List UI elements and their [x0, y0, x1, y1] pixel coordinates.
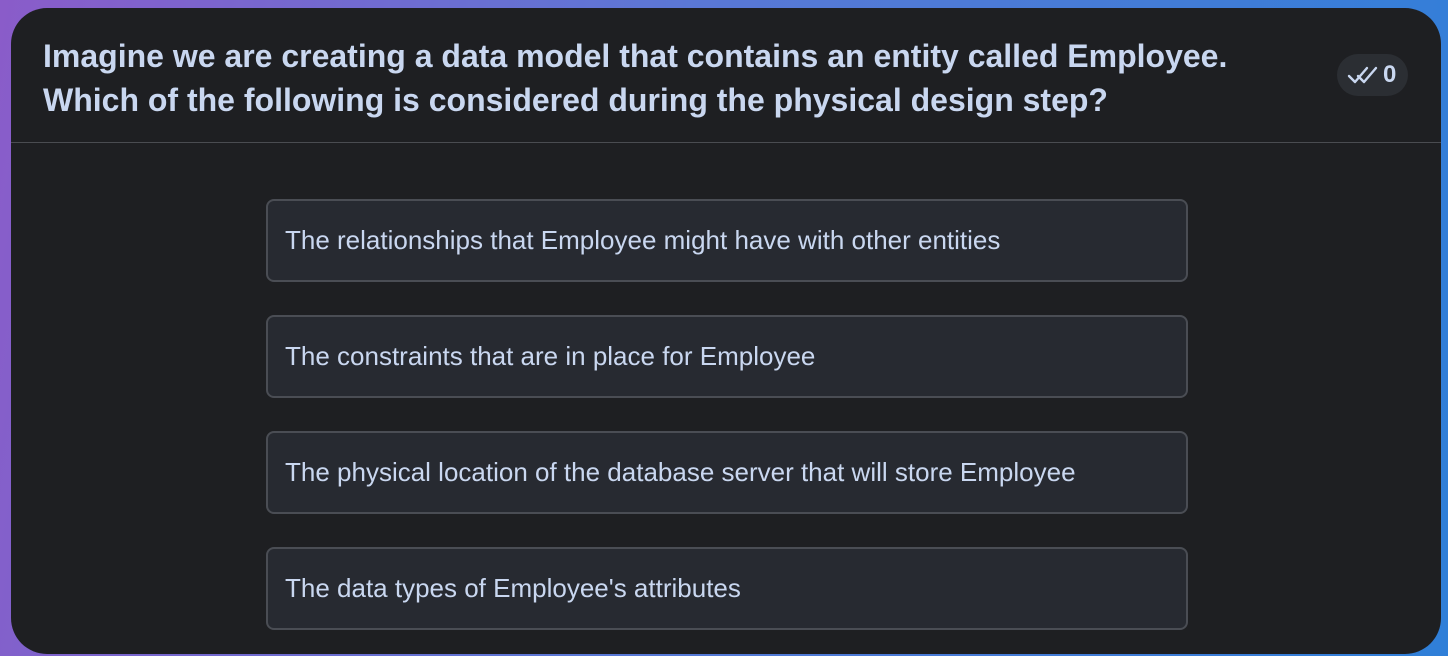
- question-card: Imagine we are creating a data model tha…: [11, 8, 1441, 654]
- answer-option[interactable]: The physical location of the database se…: [266, 431, 1188, 514]
- answer-option[interactable]: The constraints that are in place for Em…: [266, 315, 1188, 398]
- vote-counter-badge[interactable]: 0: [1337, 54, 1409, 96]
- answer-option[interactable]: The relationships that Employee might ha…: [266, 199, 1188, 282]
- answer-options: The relationships that Employee might ha…: [266, 199, 1188, 654]
- answer-option[interactable]: The data types of Employee's attributes: [266, 547, 1188, 630]
- question-header: Imagine we are creating a data model tha…: [11, 8, 1441, 143]
- question-text: Imagine we are creating a data model tha…: [43, 38, 1228, 118]
- double-check-icon: [1347, 64, 1379, 86]
- vote-count: 0: [1383, 61, 1397, 88]
